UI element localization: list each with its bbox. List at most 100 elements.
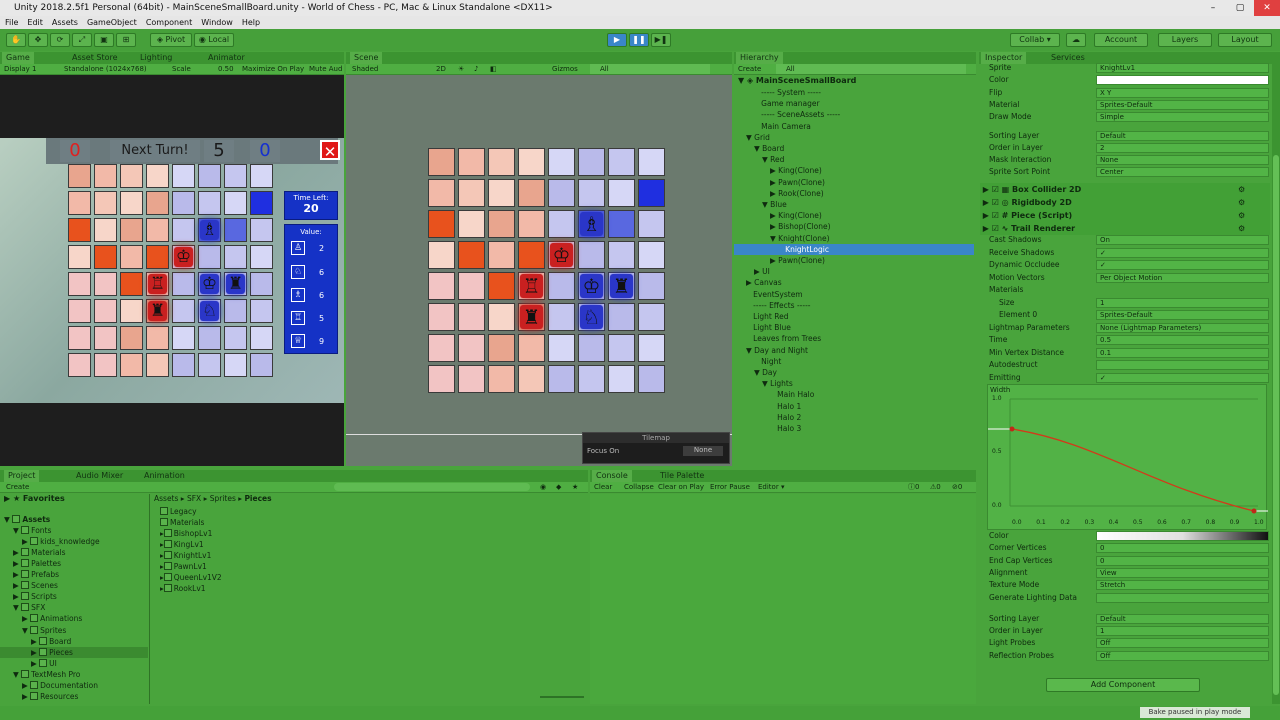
hierarchy-item[interactable]: ▼ Grid <box>734 132 974 143</box>
audio-toggle-icon[interactable]: ♪ <box>474 64 478 74</box>
minimize-button[interactable]: – <box>1200 0 1226 16</box>
inspector-row-value[interactable]: 0.1 <box>1096 347 1269 358</box>
hierarchy-item[interactable]: Leaves from Trees <box>734 333 974 344</box>
board-cell[interactable] <box>120 299 143 323</box>
inspector-row-value[interactable]: ✓ <box>1096 372 1269 383</box>
board-cell[interactable] <box>120 191 143 215</box>
hierarchy-item[interactable]: ----- SceneAssets ----- <box>734 109 974 120</box>
board-cell[interactable] <box>488 179 515 207</box>
tab-lighting[interactable]: Lighting <box>136 52 176 64</box>
lighting-toggle-icon[interactable]: ☀ <box>458 64 464 74</box>
board-cell[interactable] <box>458 241 485 269</box>
menu-file[interactable]: File <box>5 16 18 29</box>
inspector-row-value[interactable] <box>1096 531 1269 541</box>
board-cell[interactable] <box>146 353 169 377</box>
board-cell[interactable] <box>458 303 485 331</box>
tab-scene[interactable]: Scene <box>350 52 383 64</box>
tab-animation[interactable]: Animation <box>140 470 189 482</box>
mute-audio-toggle[interactable]: Mute Aud <box>309 64 342 74</box>
console-warning-count[interactable]: ⚠ 0 <box>930 482 941 492</box>
hierarchy-item[interactable]: ▶ Rook(Clone) <box>734 188 974 199</box>
board-cell[interactable] <box>198 245 221 269</box>
board-cell[interactable] <box>488 241 515 269</box>
board-cell[interactable] <box>94 299 117 323</box>
inspector-row-value[interactable]: Sprites-Default <box>1096 99 1269 110</box>
tab-asset-store[interactable]: Asset Store <box>68 52 122 64</box>
board-cell[interactable] <box>94 245 117 269</box>
project-folder[interactable]: ▼ Fonts <box>0 525 148 536</box>
board-cell[interactable] <box>428 210 455 238</box>
breadcrumb-sprites[interactable]: Sprites <box>210 494 236 503</box>
board-cell[interactable] <box>120 272 143 296</box>
focus-on-dropdown[interactable]: None <box>683 446 723 456</box>
rook-red-icon[interactable]: ♜ <box>520 305 543 329</box>
board-cell[interactable] <box>638 210 665 238</box>
board-cell[interactable] <box>198 164 221 188</box>
board-cell[interactable] <box>608 179 635 207</box>
inspector-row-value[interactable]: Per Object Motion <box>1096 272 1269 283</box>
board-cell[interactable] <box>250 272 273 296</box>
hierarchy-search-input[interactable]: All <box>776 64 966 74</box>
inspector-scroll-thumb[interactable] <box>1273 155 1279 695</box>
hierarchy-item[interactable]: ▶ Pawn(Clone) <box>734 255 974 266</box>
board-cell[interactable] <box>172 272 195 296</box>
board-cell[interactable] <box>548 210 575 238</box>
board-cell[interactable] <box>638 148 665 176</box>
bishop-blue-icon[interactable]: ♗ <box>580 212 603 236</box>
board-cell[interactable] <box>68 272 91 296</box>
inspector-row-value[interactable]: 0 <box>1096 555 1269 566</box>
scene-search-input[interactable]: All <box>590 64 710 74</box>
tab-animator[interactable]: Animator <box>204 52 249 64</box>
board-cell[interactable] <box>428 365 455 393</box>
hierarchy-item[interactable]: Halo 2 <box>734 412 974 423</box>
scale-tool-icon[interactable]: ⤢ <box>72 33 92 47</box>
component-settings-icon[interactable]: ⚙ <box>1238 183 1245 196</box>
inspector-row-value[interactable]: Stretch <box>1096 580 1269 591</box>
board-cell[interactable] <box>250 164 273 188</box>
project-file[interactable]: Materials <box>160 517 204 528</box>
transform-tool-icon[interactable]: ⊞ <box>116 33 136 47</box>
board-cell[interactable] <box>120 245 143 269</box>
component-settings-icon[interactable]: ⚙ <box>1238 209 1245 222</box>
hierarchy-item[interactable]: ----- Effects ----- <box>734 300 974 311</box>
tab-project[interactable]: Project <box>4 470 40 482</box>
project-folder[interactable]: ▶ Prefabs <box>0 569 148 580</box>
board-cell[interactable] <box>120 353 143 377</box>
board-cell[interactable] <box>94 218 117 242</box>
inspector-row-value[interactable]: 1 <box>1096 626 1269 637</box>
hierarchy-item[interactable]: ▶ Pawn(Clone) <box>734 177 974 188</box>
project-folder[interactable]: ▶ Materials <box>0 547 148 558</box>
board-cell[interactable] <box>68 326 91 350</box>
hand-tool-icon[interactable]: ✋ <box>6 33 26 47</box>
board-cell[interactable] <box>488 365 515 393</box>
board-cell[interactable] <box>488 210 515 238</box>
board-cell[interactable] <box>94 326 117 350</box>
board-cell[interactable] <box>68 353 91 377</box>
scale-value[interactable]: 0.50 <box>218 64 234 74</box>
board-cell[interactable] <box>638 179 665 207</box>
board-cell[interactable] <box>578 148 605 176</box>
console-editor-dropdown[interactable]: Editor ▾ <box>758 482 784 492</box>
inspector-row-value[interactable]: ✓ <box>1096 247 1269 258</box>
board-cell[interactable] <box>608 334 635 362</box>
board-cell[interactable] <box>120 164 143 188</box>
shading-dropdown[interactable]: Shaded <box>352 64 378 74</box>
hierarchy-item[interactable]: ▼ Board <box>734 143 974 154</box>
board-cell[interactable] <box>608 365 635 393</box>
board-cell[interactable] <box>172 326 195 350</box>
board-cell[interactable] <box>172 191 195 215</box>
board-cell[interactable] <box>488 303 515 331</box>
rook-red-icon[interactable]: ♜ <box>148 301 167 321</box>
inspector-row-value[interactable]: 0 <box>1096 543 1269 554</box>
hierarchy-item[interactable]: Game manager <box>734 98 974 109</box>
board-cell[interactable] <box>146 245 169 269</box>
console-collapse-button[interactable]: Collapse <box>624 482 654 492</box>
scene-board[interactable]: ♔ ♖ ♜ ♗ ♔ ♜ ♘ <box>428 148 673 401</box>
close-window-button[interactable]: ✕ <box>1254 0 1280 16</box>
board-cell[interactable] <box>172 299 195 323</box>
inspector-row-value[interactable] <box>1096 592 1269 603</box>
board-cell[interactable] <box>578 241 605 269</box>
board-cell[interactable] <box>68 245 91 269</box>
project-folder[interactable]: ▶ Documentation <box>0 680 148 691</box>
board-cell[interactable] <box>198 353 221 377</box>
